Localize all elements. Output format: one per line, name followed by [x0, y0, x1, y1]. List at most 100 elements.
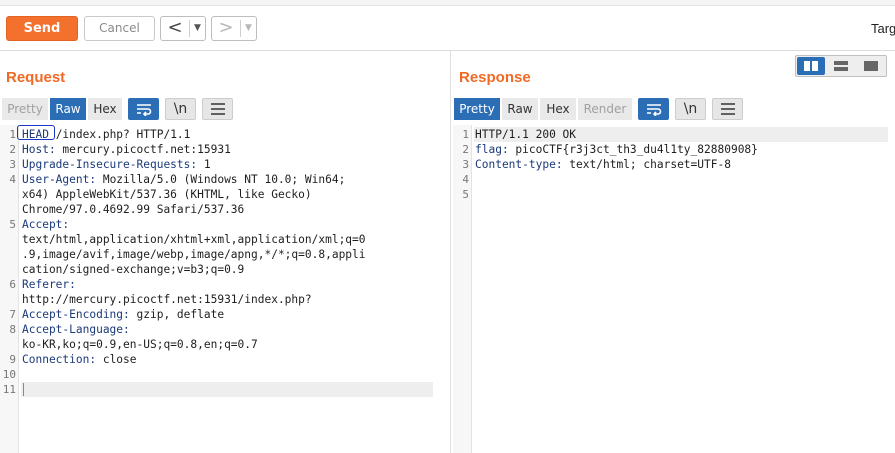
line-number: 1 [9, 128, 16, 141]
header-key: User-Agent: [22, 173, 97, 186]
line-number: 3 [462, 158, 469, 171]
code-line[interactable]: Connection: close [22, 352, 137, 367]
header-value: Chrome/97.0.4692.99 Safari/537.36 [22, 203, 245, 216]
code-line[interactable]: x64) AppleWebKit/537.36 (KHTML, like Gec… [22, 187, 312, 202]
code-line[interactable]: Accept: [22, 217, 69, 232]
code-line[interactable]: .9,image/avif,image/webp,image/apng,*/*;… [22, 247, 366, 262]
header-value: close [96, 353, 137, 366]
text-caret [23, 383, 24, 396]
header-key: Referer: [22, 278, 76, 291]
header-key: Accept-Encoding: [22, 308, 130, 321]
header-key: Host: [22, 143, 56, 156]
wrap-icon[interactable] [638, 98, 669, 120]
header-value: Mozilla/5.0 (Windows NT 10.0; Win64; [96, 173, 346, 186]
request-editor[interactable]: 1 2 3 4 5 6 7 8 9 10 11 HEAD /index.php? HTTP/1.1 H… [0, 125, 450, 453]
header-value: text/html,application/xhtml+xml,applicat… [22, 233, 366, 246]
menu-icon[interactable] [202, 98, 233, 120]
response-title: Response [459, 69, 531, 86]
line-number: 5 [9, 218, 16, 231]
request-tab-hex[interactable]: Hex [88, 98, 122, 120]
response-gutter: 1 2 3 4 5 [453, 125, 472, 453]
target-label[interactable]: Targ [871, 21, 895, 36]
chevron-down-icon[interactable]: ▼ [190, 17, 205, 40]
header-key: Connection: [22, 353, 97, 366]
current-line-highlight [21, 382, 433, 397]
line-number: 10 [2, 368, 16, 381]
code-line[interactable]: Accept-Language: [22, 322, 130, 337]
back-nav-button[interactable]: < ▼ [160, 16, 206, 41]
code-line[interactable]: Accept-Encoding: gzip, deflate [22, 307, 224, 322]
header-value: cation/signed-exchange;v=b3;q=0.9 [22, 263, 245, 276]
header-value: x64) AppleWebKit/537.36 (KHTML, like Gec… [22, 188, 312, 201]
code-line[interactable]: User-Agent: Mozilla/5.0 (Windows NT 10.0… [22, 172, 345, 187]
panel-divider[interactable] [450, 51, 451, 453]
line-number: 2 [462, 143, 469, 156]
line-number: 11 [2, 383, 16, 396]
line-number: 3 [9, 158, 16, 171]
code-line[interactable]: cation/signed-exchange;v=b3;q=0.9 [22, 262, 244, 277]
header-value: HTTP/1.1 200 OK [475, 128, 577, 141]
header-key: Accept: [22, 218, 70, 231]
header-key: Content-type: [475, 158, 563, 171]
line-number: 7 [9, 308, 16, 321]
code-line[interactable]: ko-KR,ko;q=0.9,en-US;q=0.8,en;q=0.7 [22, 337, 258, 352]
code-line[interactable]: Content-type: text/html; charset=UTF-8 [475, 157, 731, 172]
request-tab-pretty[interactable]: Pretty [2, 98, 48, 120]
response-tab-hex[interactable]: Hex [540, 98, 576, 120]
code-line[interactable]: text/html,application/xhtml+xml,applicat… [22, 232, 366, 247]
header-value: http://mercury.picoctf.net:15931/index.p… [22, 293, 312, 306]
line-number: 4 [462, 173, 469, 186]
header-key: Accept-Language: [22, 323, 130, 336]
header-key: flag: [475, 143, 509, 156]
line-number: 8 [9, 323, 16, 336]
response-editor[interactable]: 12345 HTTP/1.1 200 OK flag: picoCTF{r3j3c… [453, 125, 895, 453]
response-tabbar: Pretty Raw Hex Render \n [454, 98, 754, 122]
code-line[interactable]: Host: mercury.picoctf.net:15931 [22, 142, 231, 157]
newline-icon[interactable]: \n [675, 98, 706, 120]
layout-stacked-button[interactable] [827, 57, 855, 75]
code-line[interactable]: http://mercury.picoctf.net:15931/index.p… [22, 292, 312, 307]
response-tab-render[interactable]: Render [578, 98, 632, 120]
layout-side-by-side-button[interactable] [797, 57, 825, 75]
layout-toggle-group [795, 55, 887, 77]
header-value: mercury.picoctf.net:15931 [55, 143, 231, 156]
wrap-icon[interactable] [128, 98, 159, 120]
chevron-left-icon[interactable]: < [161, 17, 189, 40]
response-tab-pretty[interactable]: Pretty [454, 98, 500, 120]
forward-nav-button[interactable]: > ▼ [211, 16, 257, 41]
newline-icon[interactable]: \n [165, 98, 196, 120]
code-line[interactable]: Referer: [22, 277, 76, 292]
header-value: .9,image/avif,image/webp,image/apng,*/*;… [22, 248, 366, 261]
toolbar: Send Cancel < ▼ > ▼ Targ [0, 6, 895, 50]
request-title: Request [6, 69, 66, 86]
line-number: 4 [9, 173, 16, 186]
request-tabbar: Pretty Raw Hex \n [2, 98, 252, 122]
header-value: ko-KR,ko;q=0.9,en-US;q=0.8,en;q=0.7 [22, 338, 258, 351]
header-value: 1 [197, 158, 211, 171]
cancel-button[interactable]: Cancel [84, 16, 155, 41]
request-tab-raw[interactable]: Raw [50, 98, 86, 120]
chevron-down-icon[interactable]: ▼ [241, 17, 256, 40]
code-line[interactable]: Chrome/97.0.4692.99 Safari/537.36 [22, 202, 244, 217]
header-value: picoCTF{r3j3ct_th3_du4l1ty_82880908} [508, 143, 758, 156]
header-value: /index.php? HTTP/1.1 [48, 128, 191, 141]
toolbar-divider [0, 50, 895, 51]
menu-icon[interactable] [712, 98, 743, 120]
send-button[interactable]: Send [6, 16, 78, 41]
line-number: 5 [462, 188, 469, 201]
annotation-circle [17, 125, 55, 140]
line-number: 6 [9, 278, 16, 291]
code-line[interactable]: flag: picoCTF{r3j3ct_th3_du4l1ty_8288090… [475, 142, 758, 157]
chevron-right-icon[interactable]: > [212, 17, 240, 40]
code-line[interactable]: HTTP/1.1 200 OK [475, 127, 576, 142]
header-key: Upgrade-Insecure-Requests: [22, 158, 198, 171]
line-number: 1 [462, 128, 469, 141]
layout-single-button[interactable] [857, 57, 885, 75]
line-number: 9 [9, 353, 16, 366]
request-gutter: 1 2 3 4 5 6 7 8 9 10 11 [0, 125, 19, 453]
line-number: 2 [9, 143, 16, 156]
header-value: gzip, deflate [129, 308, 225, 321]
header-value: text/html; charset=UTF-8 [562, 158, 731, 171]
response-tab-raw[interactable]: Raw [502, 98, 538, 120]
code-line[interactable]: Upgrade-Insecure-Requests: 1 [22, 157, 211, 172]
